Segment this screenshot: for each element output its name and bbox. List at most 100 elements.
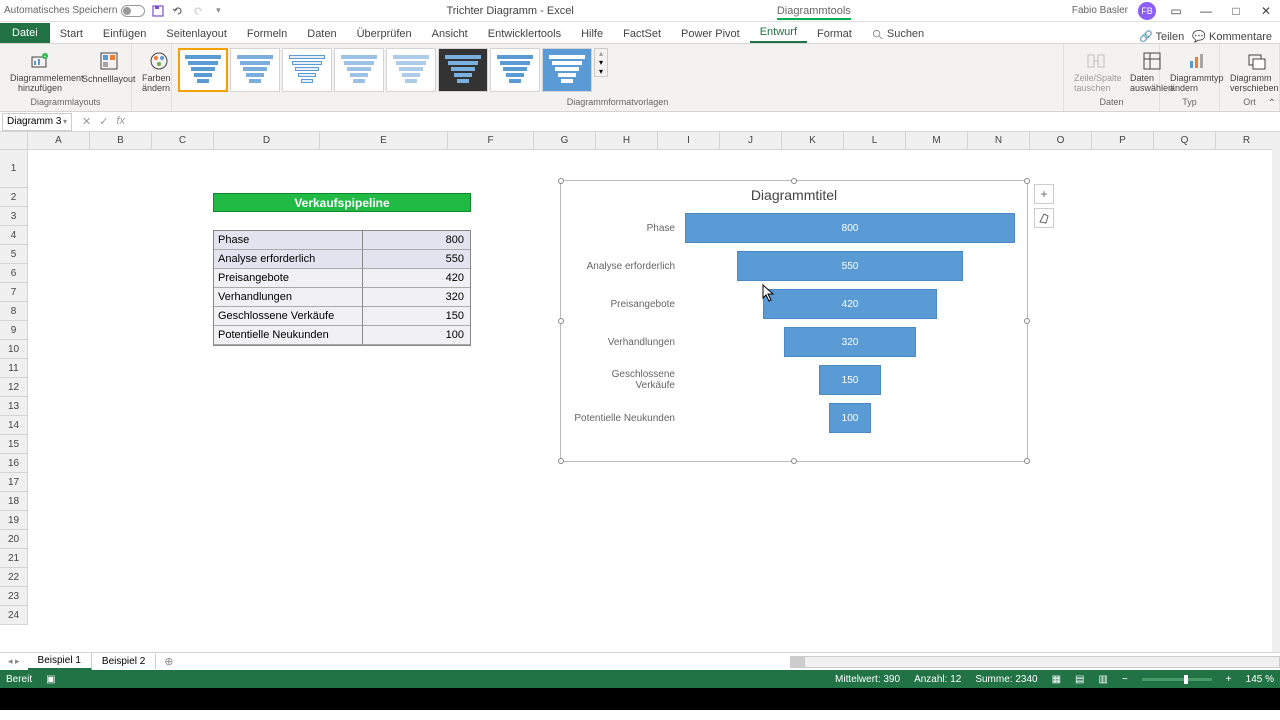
table-cell-value[interactable]: 320: [363, 288, 470, 307]
row-header[interactable]: 16: [0, 454, 28, 473]
tab-view[interactable]: Ansicht: [422, 25, 478, 43]
table-row[interactable]: Preisangebote420: [214, 269, 470, 288]
funnel-bar[interactable]: 420: [763, 289, 936, 319]
user-avatar[interactable]: FB: [1138, 2, 1156, 20]
row-header[interactable]: 18: [0, 492, 28, 511]
table-header-phase[interactable]: Phase: [214, 231, 363, 250]
zoom-in-icon[interactable]: +: [1226, 674, 1232, 685]
fx-icon[interactable]: fx: [116, 115, 125, 128]
tab-data[interactable]: Daten: [297, 25, 346, 43]
row-header[interactable]: 22: [0, 568, 28, 587]
close-icon[interactable]: ✕: [1256, 4, 1276, 18]
row-header[interactable]: 12: [0, 378, 28, 397]
tab-help[interactable]: Hilfe: [571, 25, 613, 43]
chart-style-1[interactable]: [178, 48, 228, 92]
resize-handle[interactable]: [791, 458, 797, 464]
funnel-bar[interactable]: 320: [784, 327, 916, 357]
chart-style-2[interactable]: [230, 48, 280, 92]
cancel-formula-icon[interactable]: ✕: [82, 115, 91, 128]
gallery-down-icon[interactable]: ▾: [595, 58, 607, 67]
table-row[interactable]: Potentielle Neukunden100: [214, 326, 470, 345]
table-cell-value[interactable]: 550: [363, 250, 470, 269]
table-cell-label[interactable]: Analyse erforderlich: [214, 250, 363, 269]
column-header[interactable]: L: [844, 132, 906, 150]
chart-styles-button[interactable]: [1034, 208, 1054, 228]
column-header[interactable]: N: [968, 132, 1030, 150]
row-header[interactable]: 13: [0, 397, 28, 416]
add-sheet-icon[interactable]: ⊕: [156, 655, 181, 668]
minimize-icon[interactable]: —: [1196, 4, 1216, 18]
tab-insert[interactable]: Einfügen: [93, 25, 156, 43]
column-header[interactable]: R: [1216, 132, 1278, 150]
funnel-bar[interactable]: 550: [737, 251, 964, 281]
sheet-tab-1[interactable]: Beispiel 1: [28, 653, 92, 670]
column-header[interactable]: D: [214, 132, 320, 150]
resize-handle[interactable]: [558, 178, 564, 184]
chart-style-5[interactable]: [386, 48, 436, 92]
column-header[interactable]: A: [28, 132, 90, 150]
funnel-bar[interactable]: 800: [685, 213, 1015, 243]
row-header[interactable]: 11: [0, 359, 28, 378]
funnel-row[interactable]: Geschlossene Verkäufe150: [571, 361, 1017, 399]
undo-icon[interactable]: [171, 4, 185, 18]
row-header[interactable]: 19: [0, 511, 28, 530]
funnel-row[interactable]: Verhandlungen320: [571, 323, 1017, 361]
save-icon[interactable]: [151, 4, 165, 18]
row-header[interactable]: 8: [0, 302, 28, 321]
gallery-up-icon[interactable]: ▴: [595, 49, 607, 58]
horizontal-scrollbar[interactable]: [790, 656, 1280, 668]
tab-format[interactable]: Format: [807, 25, 862, 43]
macro-record-icon[interactable]: ▣: [46, 674, 55, 685]
resize-handle[interactable]: [1024, 318, 1030, 324]
table-row[interactable]: Verhandlungen320: [214, 288, 470, 307]
row-header[interactable]: 15: [0, 435, 28, 454]
formula-input[interactable]: [133, 113, 1280, 131]
row-header[interactable]: 20: [0, 530, 28, 549]
column-header[interactable]: E: [320, 132, 448, 150]
column-header[interactable]: P: [1092, 132, 1154, 150]
row-header[interactable]: 24: [0, 606, 28, 625]
column-header[interactable]: K: [782, 132, 844, 150]
data-table[interactable]: Phase 800 Analyse erforderlich550Preisan…: [213, 230, 471, 346]
user-name[interactable]: Fabio Basler: [1072, 5, 1128, 16]
table-cell-value[interactable]: 100: [363, 326, 470, 345]
ribbon-display-icon[interactable]: ▭: [1166, 4, 1186, 18]
namebox-dropdown-icon[interactable]: ▾: [63, 117, 67, 126]
row-header[interactable]: 1: [0, 150, 28, 188]
chart-style-6[interactable]: [438, 48, 488, 92]
column-header[interactable]: Q: [1154, 132, 1216, 150]
zoom-level[interactable]: 145 %: [1246, 674, 1274, 685]
row-header[interactable]: 5: [0, 245, 28, 264]
resize-handle[interactable]: [558, 318, 564, 324]
sheet-grid[interactable]: ABCDEFGHIJKLMNOPQR 123456789101112131415…: [0, 132, 1280, 652]
funnel-row[interactable]: Preisangebote420: [571, 285, 1017, 323]
resize-handle[interactable]: [1024, 458, 1030, 464]
qat-dropdown-icon[interactable]: ▾: [211, 4, 225, 18]
funnel-bar[interactable]: 150: [819, 365, 881, 395]
tab-design[interactable]: Entwurf: [750, 23, 807, 43]
resize-handle[interactable]: [791, 178, 797, 184]
column-header[interactable]: B: [90, 132, 152, 150]
view-normal-icon[interactable]: ▦: [1052, 674, 1061, 685]
quick-layout-button[interactable]: Schnelllayout: [78, 48, 140, 86]
chart-elements-button[interactable]: +: [1034, 184, 1054, 204]
switch-rowcol-button[interactable]: Zeile/Spalte tauschen: [1070, 48, 1122, 96]
table-cell-value[interactable]: 420: [363, 269, 470, 288]
name-box[interactable]: Diagramm 3 ▾: [2, 113, 72, 131]
column-header[interactable]: F: [448, 132, 534, 150]
tab-powerpivot[interactable]: Power Pivot: [671, 25, 750, 43]
chart-title[interactable]: Diagrammtitel: [561, 181, 1027, 209]
row-header[interactable]: 21: [0, 549, 28, 568]
maximize-icon[interactable]: □: [1226, 4, 1246, 18]
table-header-val[interactable]: 800: [363, 231, 470, 250]
column-header[interactable]: J: [720, 132, 782, 150]
row-header[interactable]: 14: [0, 416, 28, 435]
table-cell-value[interactable]: 150: [363, 307, 470, 326]
resize-handle[interactable]: [558, 458, 564, 464]
column-header[interactable]: I: [658, 132, 720, 150]
funnel-chart[interactable]: Diagrammtitel Phase800Analyse erforderli…: [560, 180, 1028, 462]
chart-plot-area[interactable]: Phase800Analyse erforderlich550Preisange…: [561, 209, 1027, 437]
chart-styles-gallery[interactable]: ▴ ▾ ▾: [178, 46, 1057, 97]
table-title[interactable]: Verkaufspipeline: [213, 193, 471, 212]
select-all-corner[interactable]: [0, 132, 28, 150]
